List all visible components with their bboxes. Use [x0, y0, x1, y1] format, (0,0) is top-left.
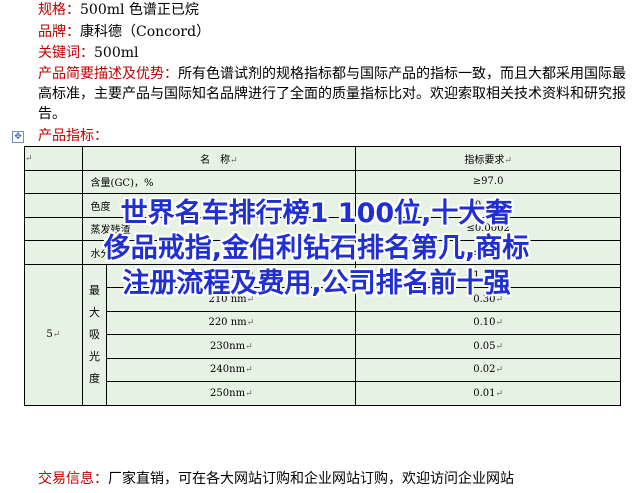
table-cell-wavelength[interactable]: 250nm↵ — [106, 381, 357, 406]
title-overlay-line: 侈品戒指,金伯利钻石排名第几,商标 — [103, 233, 530, 264]
table-row: 250nm↵ 0.01↵ — [25, 381, 621, 406]
table-cell-requirement[interactable]: ≥97.0 — [355, 169, 621, 194]
brand-line: 品牌：康科德（Concord） — [38, 22, 210, 42]
indicators-line: 产品指标： — [38, 126, 108, 146]
title-overlay: 世界名车排行榜1 100位,十大奢 侈品戒指,金伯利钻石排名第几,商标 注册流程… — [0, 196, 633, 301]
trade-info-line: 交易信息：厂家直销，可在各大网站订购和企业网站订购，欢迎访问企业网站 — [38, 469, 514, 489]
table-row: 240nm↵ 0.02↵ — [25, 357, 621, 382]
table-cell-wavelength[interactable]: 240nm↵ — [106, 357, 357, 382]
table-header-name[interactable]: 名 称↵ — [81, 146, 357, 171]
table-cell-name[interactable]: 含量(GC)，% — [81, 169, 357, 194]
table-row: 230nm↵ 0.05↵ — [25, 334, 621, 359]
spec-label: 规格： — [38, 2, 80, 18]
table-header-row: ↵ 名 称↵ 指标要求↵ — [24, 146, 621, 171]
table-cell-wavelength[interactable]: 230nm↵ — [106, 334, 357, 359]
table-cell-wavelength[interactable]: 220 nm↵ — [106, 310, 357, 335]
table-cell-value[interactable]: 0.10↵ — [355, 310, 621, 335]
keyword-label: 关键词： — [38, 45, 94, 61]
table-row: 含量(GC)，% ≥97.0 — [24, 169, 621, 194]
keyword-line: 关键词：500ml — [38, 43, 138, 63]
description-paragraph: 产品简要描述及优势：所有色谱试剂的规格指标都与国际产品的指标一致，而且大都采用国… — [38, 64, 628, 124]
trade-info-label: 交易信息： — [38, 471, 108, 487]
title-overlay-line: 注册流程及费用,公司排名前十强 — [122, 268, 511, 299]
table-cell-value[interactable]: 0.02↵ — [355, 357, 621, 382]
brand-value: 康科德（Concord） — [80, 24, 211, 40]
spec-line: 规格：500ml 色谱正已烷 — [38, 0, 199, 20]
table-cell-value[interactable]: 0.01↵ — [355, 381, 621, 406]
spec-value: 500ml 色谱正已烷 — [80, 2, 199, 18]
title-overlay-line: 世界名车排行榜1 100位,十大奢 — [120, 198, 513, 229]
table-move-handle-icon[interactable]: ✥ — [12, 131, 24, 143]
indicators-label: 产品指标： — [38, 128, 108, 144]
keyword-value: 500ml — [94, 45, 139, 61]
table-row: 220 nm↵ 0.10↵ — [25, 310, 621, 335]
table-header-requirement[interactable]: 指标要求↵ — [355, 146, 621, 171]
description-label: 产品简要描述及优势： — [38, 66, 178, 82]
brand-label: 品牌： — [38, 24, 80, 40]
table-cell-value[interactable]: 0.05↵ — [355, 334, 621, 359]
trade-info-text: 厂家直销，可在各大网站订购和企业网站订购，欢迎访问企业网站 — [108, 471, 514, 487]
table-header-index[interactable]: ↵ — [24, 146, 83, 171]
